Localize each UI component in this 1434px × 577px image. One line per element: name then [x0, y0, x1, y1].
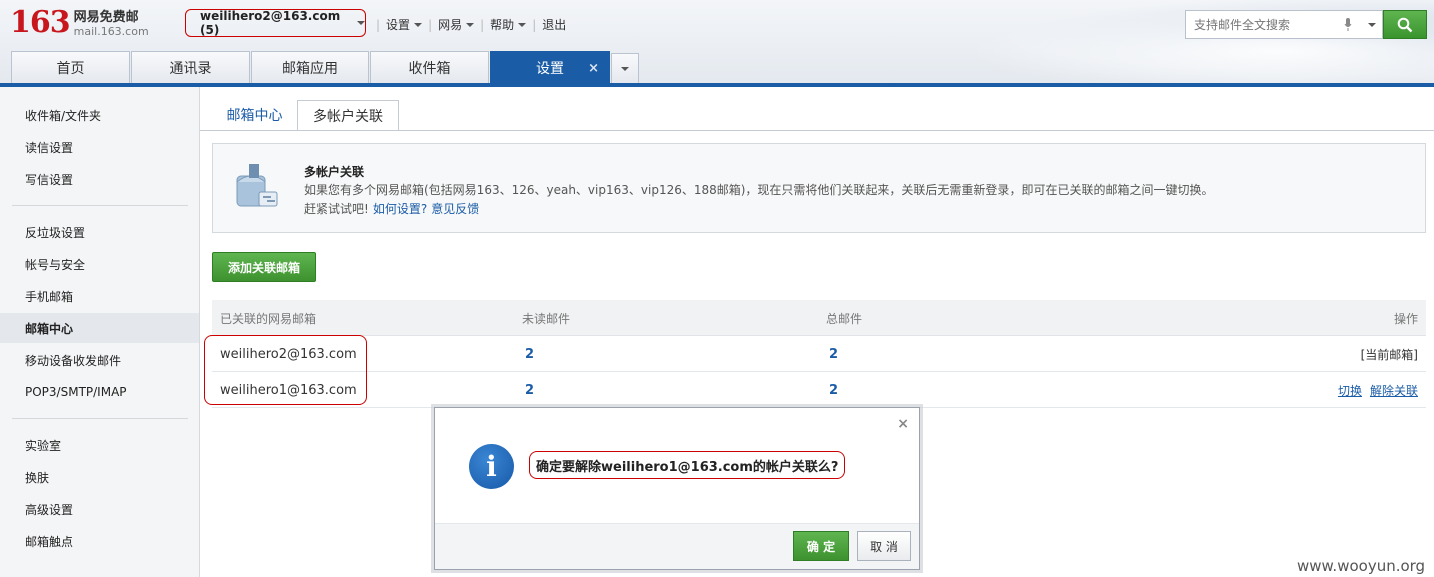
account-label: weilihero2@163.com (5) [200, 9, 341, 37]
search-input[interactable] [1186, 11, 1336, 38]
info-description: 如果您有多个网易邮箱(包括网易163、126、yeah、vip163、vip12… [304, 183, 1214, 197]
microphone-icon[interactable] [1344, 18, 1352, 32]
top-links: | 设置 | 网易 | 帮助 | 退出 [370, 16, 566, 33]
sidebar-item-touchpoints[interactable]: 邮箱触点 [0, 526, 199, 556]
sidebar-item-account-security[interactable]: 帐号与安全 [0, 249, 199, 279]
cancel-button[interactable]: 取 消 [857, 531, 911, 561]
chevron-down-icon [466, 22, 475, 27]
sidebar-divider [12, 205, 188, 206]
dialog-footer: 确 定 取 消 [435, 523, 919, 569]
sidebar-item-skin[interactable]: 换肤 [0, 462, 199, 492]
help-menu[interactable]: 帮助 [490, 16, 527, 33]
add-linked-mailbox-button[interactable]: 添加关联邮箱 [212, 252, 316, 282]
table-row: weilihero2@163.com 2 2 [当前邮箱] [212, 336, 1426, 372]
chevron-down-icon [414, 22, 423, 27]
divider: | [480, 17, 485, 32]
sidebar-item-antispam[interactable]: 反垃圾设置 [0, 217, 199, 247]
tab-contacts[interactable]: 通讯录 [131, 51, 250, 84]
highlight-ring-emails [204, 335, 367, 405]
logo-number: 163 [10, 5, 71, 40]
column-header-actions: 操作 [1393, 311, 1418, 326]
search-button[interactable] [1383, 10, 1427, 39]
column-header-total: 总邮件 [826, 311, 863, 326]
watermark: www.wooyun.org [1297, 557, 1426, 575]
tab-multi-account[interactable]: 多帐户关联 [297, 100, 399, 131]
sidebar-divider [12, 418, 188, 419]
main-tabs: 首页 通讯录 邮箱应用 收件箱 设置 × [11, 51, 639, 84]
feedback-link[interactable]: 意见反馈 [431, 202, 479, 216]
sidebar: 收件箱/文件夹 读信设置 写信设置 反垃圾设置 帐号与安全 手机邮箱 邮箱中心 … [0, 87, 200, 577]
search-options-chevron-icon[interactable] [1368, 23, 1376, 27]
sub-tabs: 邮箱中心 多帐户关联 [212, 99, 399, 131]
tab-settings-label: 设置 [536, 61, 564, 77]
sidebar-item-mail-center[interactable]: 邮箱中心 [0, 313, 199, 343]
sidebar-item-pop3-smtp-imap[interactable]: POP3/SMTP/IMAP [0, 377, 199, 407]
row-actions: 切换 解除关联 [1330, 372, 1418, 408]
close-icon[interactable]: × [897, 416, 909, 432]
divider: | [376, 17, 381, 32]
dialog-message: 确定要解除weilihero1@163.com的帐户关联么? [529, 451, 846, 479]
row-total-count[interactable]: 2 [829, 372, 838, 408]
confirm-dialog: × i 确定要解除weilihero1@163.com的帐户关联么? 确 定 取… [434, 407, 920, 570]
sidebar-item-mobile-devices[interactable]: 移动设备收发邮件 [0, 345, 199, 375]
sidebar-item-read-settings[interactable]: 读信设置 [0, 132, 199, 162]
header: 163 网易免费邮 mail.163.com weilihero2@163.co… [0, 0, 1434, 86]
nav-underline [0, 83, 1434, 87]
table-header: 已关联的网易邮箱 未读邮件 总邮件 操作 [212, 300, 1426, 336]
info-try-line: 赶紧试试吧! 如何设置? 意见反馈 [304, 200, 479, 217]
info-try-text: 赶紧试试吧! [304, 202, 369, 216]
tab-home[interactable]: 首页 [11, 51, 130, 84]
logo[interactable]: 163 网易免费邮 mail.163.com [10, 6, 149, 42]
subtab-divider [200, 130, 1434, 131]
sidebar-item-mobile-mail[interactable]: 手机邮箱 [0, 281, 199, 311]
divider: | [532, 17, 537, 32]
info-icon: i [469, 444, 514, 489]
close-icon[interactable]: × [588, 61, 599, 76]
how-to-setup-link[interactable]: 如何设置? [373, 202, 427, 216]
logo-cn-text: 网易免费邮 [73, 10, 139, 25]
sidebar-item-write-settings[interactable]: 写信设置 [0, 164, 199, 194]
switch-link[interactable]: 切换 [1338, 382, 1362, 399]
confirm-button[interactable]: 确 定 [793, 531, 849, 561]
tab-settings[interactable]: 设置 × [490, 51, 610, 84]
row-unread-count[interactable]: 2 [525, 372, 534, 408]
row-unread-count[interactable]: 2 [525, 336, 534, 372]
mailbox-icon [236, 164, 278, 207]
tab-apps[interactable]: 邮箱应用 [251, 51, 369, 84]
multi-account-info-panel: 多帐户关联 如果您有多个网易邮箱(包括网易163、126、yeah、vip163… [212, 143, 1426, 233]
divider: | [428, 17, 433, 32]
netease-menu[interactable]: 网易 [438, 16, 475, 33]
chevron-down-icon [518, 22, 527, 27]
tab-inbox[interactable]: 收件箱 [370, 51, 489, 84]
chevron-down-icon [357, 21, 365, 25]
settings-menu[interactable]: 设置 [386, 16, 423, 33]
table-row: weilihero1@163.com 2 2 切换 解除关联 [212, 372, 1426, 408]
chevron-down-icon [621, 67, 629, 71]
sidebar-item-advanced[interactable]: 高级设置 [0, 494, 199, 524]
logout-link[interactable]: 退出 [542, 16, 566, 33]
sidebar-item-inbox-folders[interactable]: 收件箱/文件夹 [0, 100, 199, 130]
row-current-mailbox-label: [当前邮箱] [1360, 347, 1418, 362]
tab-mail-center[interactable]: 邮箱中心 [212, 99, 297, 130]
search-icon [1397, 17, 1413, 32]
logo-en-text: mail.163.com [73, 25, 149, 38]
search-box [1185, 10, 1383, 39]
tab-more-button[interactable] [611, 53, 639, 84]
column-header-unread: 未读邮件 [522, 311, 571, 326]
sidebar-item-lab[interactable]: 实验室 [0, 430, 199, 460]
account-switcher[interactable]: weilihero2@163.com (5) [185, 9, 366, 37]
unlink-link[interactable]: 解除关联 [1370, 382, 1418, 399]
column-header-email: 已关联的网易邮箱 [220, 311, 317, 326]
info-title: 多帐户关联 [304, 165, 365, 179]
row-total-count[interactable]: 2 [829, 336, 838, 372]
